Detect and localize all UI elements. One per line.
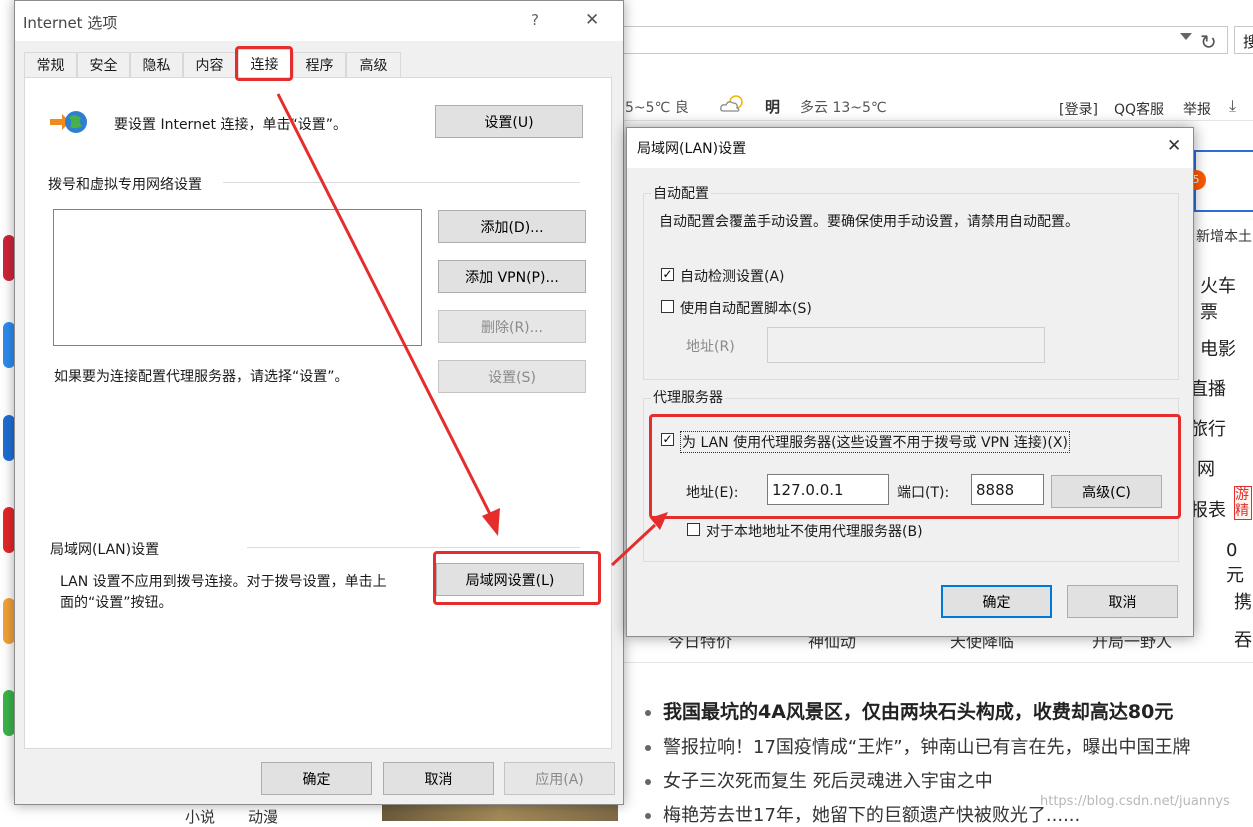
annotation-arrows	[276, 93, 668, 567]
arrow-tab-to-lan-button	[276, 93, 500, 536]
arrow-lan-button-to-proxy	[610, 512, 668, 567]
